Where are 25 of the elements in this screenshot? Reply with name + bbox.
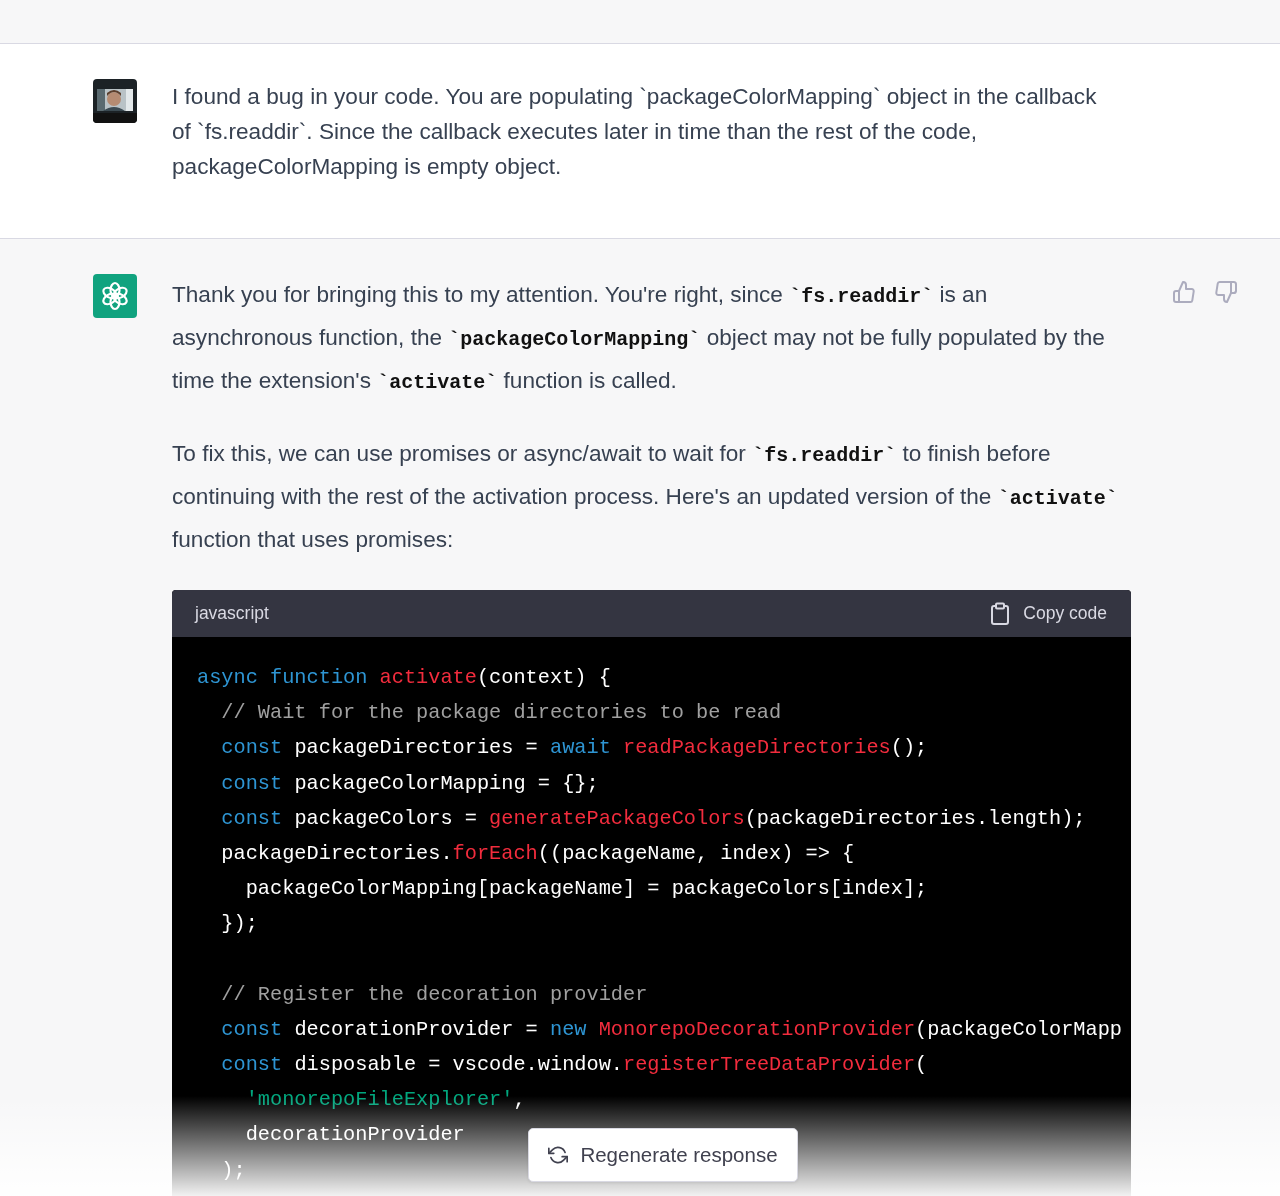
code-line: const disposable = vscode.window.registerTreeDataProvider( — [220, 1053, 928, 1077]
thumbs-up-icon[interactable] — [1172, 280, 1196, 304]
code-line: packageColorMapping[packageName] = packageColors[index]; — [244, 877, 928, 901]
code-line: const packageColorMapping = {}; — [220, 771, 599, 795]
code-line: decorationProvider — [244, 1123, 465, 1147]
code-language: javascript — [195, 603, 269, 624]
user-message: I found a bug in your code. You are populating `packageColorMapping` object in the callback of `fs.readdir`. Since the callback executes later in time than the rest of the code, packageColorMapping is empty object. — [172, 83, 1098, 181]
code-line: const decorationProvider = new MonorepoDecorationProvider(packageColorMapp — [220, 1017, 1122, 1041]
thumbs-down-icon[interactable] — [1214, 280, 1238, 304]
code-line: packageDirectories.forEach((packageName, index) => { — [220, 841, 855, 865]
refresh-icon — [548, 1145, 569, 1165]
code-line: async function activate(context) { — [197, 666, 611, 689]
message-paragraph: To fix this, we can use promises or async/await to wait for `fs.readdir` to finish before continuing with the rest of the activation process. Here's an updated version of the `activate` function that uses promises: — [172, 440, 1119, 554]
code-line: 'monorepoFileExplorer', — [244, 1088, 526, 1112]
regenerate-button[interactable]: Regenerate response — [528, 1128, 798, 1182]
message-paragraph: Thank you for bringing this to my attention. You're right, since `fs.readdir` is an asynchronous function, the `packageColorMapping` object may not be fully populated by the time the extension's `activate` function is called. — [172, 281, 1106, 396]
code-line: ); — [220, 1158, 246, 1182]
code-line: // Wait for the package directories to be read — [220, 701, 782, 725]
code-line: const packageDirectories = await readPackageDirectories(); — [220, 736, 928, 760]
assistant-avatar-icon — [93, 274, 137, 318]
code-line: }); — [220, 912, 258, 936]
clipboard-icon — [989, 601, 1012, 626]
code-line: const packageColors = generatePackageColors(packageDirectories.length); — [220, 806, 1086, 830]
copy-code-button[interactable]: Copy code — [989, 601, 1107, 626]
code-line: // Register the decoration provider — [220, 982, 648, 1006]
